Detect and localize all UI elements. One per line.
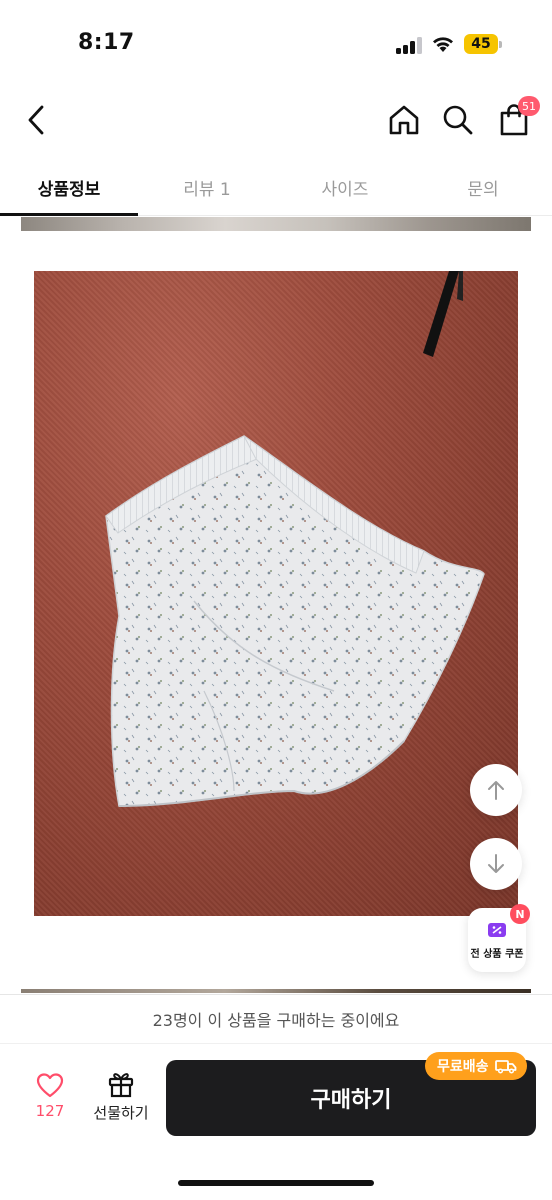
top-nav: 51: [0, 88, 552, 152]
home-icon: [389, 105, 419, 135]
coupon-label: 전 상품 쿠폰: [470, 948, 524, 960]
home-indicator: [178, 1180, 374, 1186]
all-product-coupon-button[interactable]: 전 상품 쿠폰 N: [468, 904, 530, 972]
search-icon: [443, 105, 473, 135]
cellular-signal-icon: [396, 36, 424, 54]
wifi-icon: [430, 34, 456, 54]
buying-now-notice: 23명이 이 상품을 구매하는 중이에요: [0, 994, 552, 1044]
battery-icon: 45: [464, 34, 502, 54]
search-button[interactable]: [436, 98, 480, 142]
product-photo: [34, 271, 518, 916]
tab-reviews[interactable]: 리뷰 1: [138, 160, 276, 215]
battery-level: 45: [464, 34, 498, 54]
gift-label: 선물하기: [93, 1104, 149, 1122]
like-button[interactable]: 127: [26, 1072, 74, 1132]
cart-count-badge: 51: [518, 96, 540, 116]
gift-button[interactable]: 선물하기: [88, 1070, 154, 1132]
scroll-up-button[interactable]: [470, 764, 522, 816]
skirt-garment: [105, 435, 485, 807]
free-shipping-badge: 무료배송: [425, 1052, 527, 1080]
gift-icon: [108, 1073, 134, 1098]
back-button[interactable]: [16, 98, 56, 142]
coupon-icon: [488, 922, 506, 937]
status-bar: 8:17 45: [0, 0, 552, 80]
scroll-down-button[interactable]: [470, 838, 522, 890]
arrow-up-icon: [488, 781, 504, 800]
home-button[interactable]: [382, 98, 426, 142]
product-tabs: 상품정보 리뷰 1 사이즈 문의: [0, 160, 552, 216]
delivery-truck-icon: [494, 1060, 516, 1074]
previous-product-image: [21, 217, 531, 231]
heart-icon: [36, 1073, 64, 1098]
product-detail-content[interactable]: [0, 217, 552, 993]
like-count: 127: [35, 1102, 65, 1120]
coupon-new-badge: N: [510, 904, 530, 924]
arrow-down-icon: [488, 854, 504, 873]
next-product-image: [21, 989, 531, 993]
tab-product-info[interactable]: 상품정보: [0, 160, 138, 216]
tab-inquiry[interactable]: 문의: [414, 160, 552, 215]
status-time: 8:17: [78, 30, 135, 55]
cart-button[interactable]: 51: [492, 96, 540, 142]
free-shipping-label: 무료배송: [437, 1059, 489, 1075]
tab-size[interactable]: 사이즈: [276, 160, 414, 215]
chevron-left-icon: [28, 105, 44, 135]
